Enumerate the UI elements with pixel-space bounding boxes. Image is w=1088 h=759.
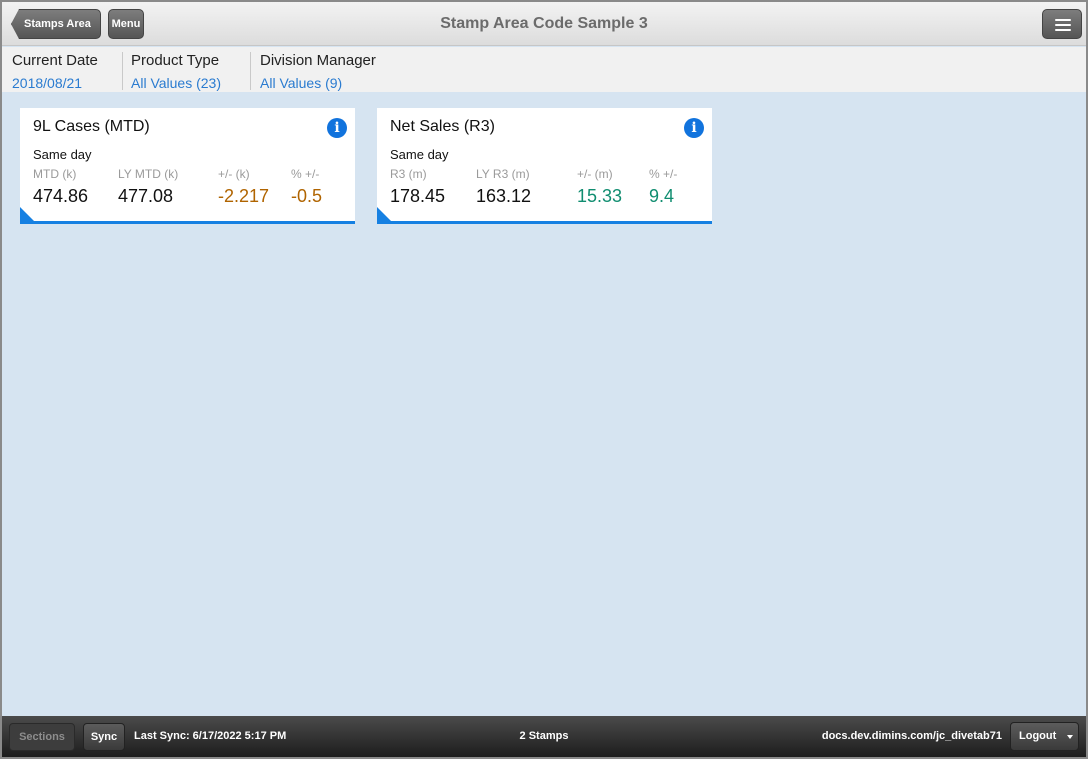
stamp-card-9l-cases[interactable]: 9L Cases (MTD) i Same day MTD (k) 474.86… <box>20 108 355 224</box>
metric-value: 9.4 <box>649 186 675 206</box>
metric-label: LY MTD (k) <box>118 167 179 181</box>
metric-value: 163.12 <box>476 186 532 206</box>
stamp-title: Net Sales (R3) <box>390 118 495 135</box>
stamp-metric-ly-mtd: LY MTD (k) 477.08 <box>118 167 178 207</box>
filter-current-date[interactable]: Current Date 2018/08/21 <box>12 52 98 92</box>
filter-value-link[interactable]: All Values (23) <box>131 74 221 92</box>
stamp-metric-variance: +/- (m) 15.33 <box>577 167 622 207</box>
stamp-metric-r3: R3 (m) 178.45 <box>390 167 445 207</box>
app-window: Stamps Area Menu Stamp Area Code Sample … <box>0 0 1088 759</box>
caret-down-icon <box>1067 735 1073 739</box>
filter-label: Division Manager <box>260 52 376 69</box>
metric-label: MTD (k) <box>33 167 77 181</box>
filter-value-link[interactable]: 2018/08/21 <box>12 74 98 92</box>
filter-bar: Current Date 2018/08/21 Product Type All… <box>2 47 1086 92</box>
logout-button[interactable]: Logout <box>1010 722 1079 751</box>
corner-marker <box>377 207 391 221</box>
stamp-title: 9L Cases (MTD) <box>33 118 150 135</box>
logout-label: Logout <box>1019 730 1057 742</box>
stamp-subtitle: Same day <box>33 147 92 162</box>
metric-value: -2.217 <box>218 186 270 206</box>
metric-value: 178.45 <box>390 186 446 206</box>
header-bar: Stamps Area Menu Stamp Area Code Sample … <box>2 2 1086 46</box>
stamp-metric-percent: % +/- 9.4 <box>649 167 677 207</box>
filter-divider <box>250 52 251 90</box>
metric-value: -0.5 <box>291 186 323 206</box>
server-address: docs.dev.dimins.com/jc_divetab71 <box>821 730 1002 742</box>
stamp-card-net-sales[interactable]: Net Sales (R3) i Same day R3 (m) 178.45 … <box>377 108 712 224</box>
metric-label: % +/- <box>649 167 678 181</box>
metric-value: 15.33 <box>577 186 623 206</box>
info-icon[interactable]: i <box>327 118 347 138</box>
filter-label: Current Date <box>12 52 98 69</box>
hamburger-menu-icon[interactable] <box>1042 9 1082 39</box>
metric-value: 477.08 <box>118 186 174 206</box>
filter-divider <box>122 52 123 90</box>
stamp-metric-ly-r3: LY R3 (m) 163.12 <box>476 167 531 207</box>
stamp-subtitle: Same day <box>390 147 449 162</box>
info-icon[interactable]: i <box>684 118 704 138</box>
metric-label: R3 (m) <box>390 167 427 181</box>
filter-value-link[interactable]: All Values (9) <box>260 74 376 92</box>
footer-bar: Sections Sync Last Sync: 6/17/2022 5:17 … <box>2 716 1086 757</box>
filter-label: Product Type <box>131 52 220 69</box>
page-title: Stamp Area Code Sample 3 <box>440 15 648 32</box>
metric-label: LY R3 (m) <box>476 167 530 181</box>
metric-label: +/- (k) <box>218 167 250 181</box>
metric-label: % +/- <box>291 167 320 181</box>
corner-marker <box>20 207 34 221</box>
stamp-metric-mtd: MTD (k) 474.86 <box>33 167 88 207</box>
metric-label: +/- (m) <box>577 167 613 181</box>
stamp-metric-percent: % +/- -0.5 <box>291 167 322 207</box>
metric-value: 474.86 <box>33 186 89 206</box>
filter-product-type[interactable]: Product Type All Values (23) <box>131 52 221 92</box>
stamp-metric-variance: +/- (k) -2.217 <box>218 167 269 207</box>
filter-division-manager[interactable]: Division Manager All Values (9) <box>260 52 376 92</box>
